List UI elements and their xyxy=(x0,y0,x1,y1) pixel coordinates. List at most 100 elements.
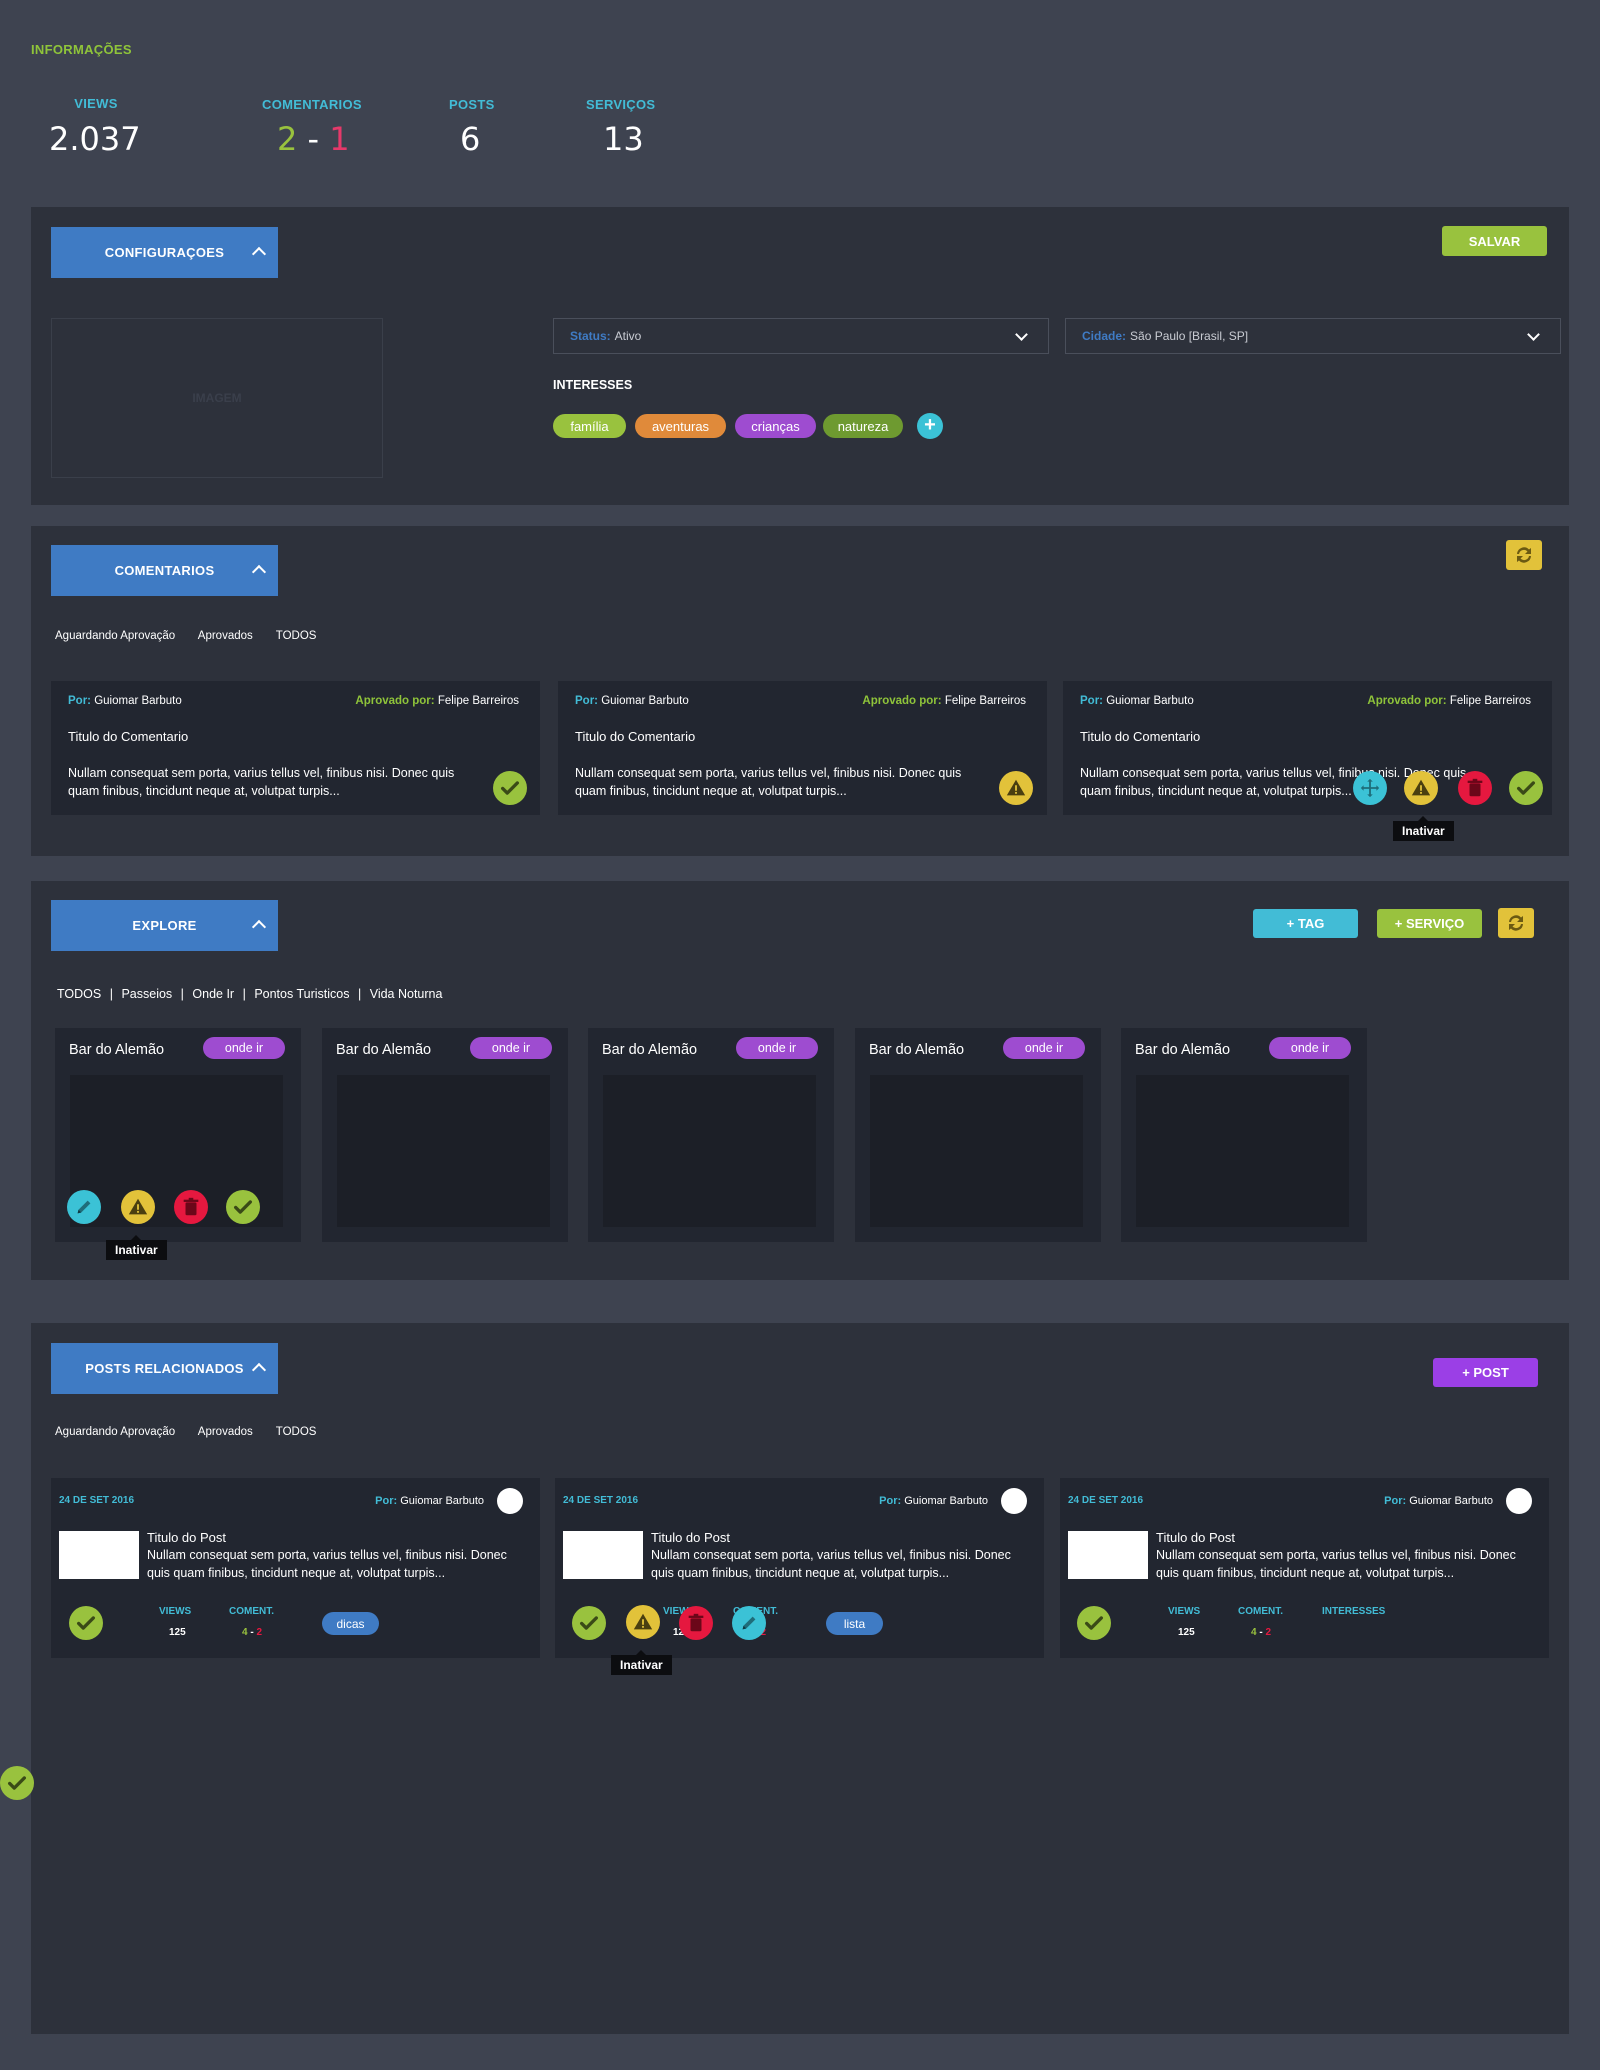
comment-body: Nullam consequat sem porta, varius tellu… xyxy=(68,766,455,798)
interest-tag[interactable]: crianças xyxy=(735,414,816,438)
explore-card-image xyxy=(603,1075,816,1227)
refresh-button[interactable] xyxy=(1498,908,1534,938)
post-card: 24 DE SET 2016 Por: Guiomar Barbuto Titu… xyxy=(1060,1478,1549,1658)
interests-label: INTERESSES xyxy=(1322,1606,1386,1617)
author-label: Por: xyxy=(68,695,91,707)
author-name: Guiomar Barbuto xyxy=(904,1495,988,1507)
explore-card[interactable]: Bar do Alemão onde ir xyxy=(855,1028,1101,1242)
save-button[interactable]: SALVAR xyxy=(1442,226,1547,256)
add-tag-button[interactable]: + TAG xyxy=(1253,909,1358,938)
chevron-up-icon xyxy=(251,919,267,935)
add-post-button[interactable]: + POST xyxy=(1433,1358,1538,1387)
add-service-button[interactable]: + SERVIÇO xyxy=(1377,909,1482,938)
explore-panel: EXPLORE + TAG + SERVIÇO TODOS | Passeios… xyxy=(31,881,1569,1280)
filter-separator: | xyxy=(180,987,184,1001)
stat-services-value: 13 xyxy=(603,120,644,158)
explore-card-tag[interactable]: onde ir xyxy=(736,1037,818,1059)
interest-tag[interactable]: aventuras xyxy=(635,414,726,438)
comment-body: Nullam consequat sem porta, varius tellu… xyxy=(575,766,962,798)
chevron-up-icon xyxy=(251,246,267,262)
filter-todos[interactable]: TODOS xyxy=(57,987,101,1001)
move-button[interactable] xyxy=(1353,771,1387,805)
tab-aprovados[interactable]: Aprovados xyxy=(198,1426,253,1438)
approve-button[interactable] xyxy=(0,1766,34,1800)
status-select[interactable]: Status: Ativo xyxy=(553,318,1049,354)
filter-pontos[interactable]: Pontos Turisticos xyxy=(254,987,349,1001)
post-thumbnail xyxy=(1068,1531,1148,1579)
image-placeholder[interactable]: IMAGEM xyxy=(51,318,383,478)
explore-card[interactable]: Bar do Alemão onde ir xyxy=(588,1028,834,1242)
tab-todos[interactable]: TODOS xyxy=(276,630,317,642)
coment-b: 2 xyxy=(1265,1627,1272,1638)
add-interest-button[interactable]: + xyxy=(917,413,943,439)
interest-tag[interactable]: natureza xyxy=(823,414,903,438)
delete-button[interactable] xyxy=(679,1606,713,1640)
check-icon xyxy=(232,1196,254,1218)
approve-button[interactable] xyxy=(1509,771,1543,805)
approver-name: Felipe Barreiros xyxy=(944,695,1026,707)
comment-title: Titulo do Comentario xyxy=(68,729,189,744)
deactivate-button[interactable] xyxy=(121,1190,155,1224)
coment-a: 4 xyxy=(1251,1627,1257,1638)
delete-button[interactable] xyxy=(174,1190,208,1224)
author-label: Por: xyxy=(375,1495,398,1507)
status-value: Ativo xyxy=(614,329,642,343)
filter-vida-noturna[interactable]: Vida Noturna xyxy=(370,987,443,1001)
edit-button[interactable] xyxy=(67,1190,101,1224)
explore-card-tag[interactable]: onde ir xyxy=(1269,1037,1351,1059)
explore-header[interactable]: EXPLORE xyxy=(51,900,278,951)
views-label: VIEWS xyxy=(159,1606,192,1617)
explore-card[interactable]: Bar do Alemão onde ir Inativar xyxy=(55,1028,301,1260)
config-header[interactable]: CONFIGURAÇOES xyxy=(51,227,278,278)
refresh-button[interactable] xyxy=(1506,540,1542,570)
pencil-icon xyxy=(738,1612,760,1634)
deactivate-button[interactable] xyxy=(999,771,1033,805)
filter-separator: | xyxy=(109,987,113,1001)
approve-button[interactable] xyxy=(226,1190,260,1224)
avatar xyxy=(1506,1488,1532,1514)
tab-todos[interactable]: TODOS xyxy=(276,1426,317,1438)
explore-card-tag[interactable]: onde ir xyxy=(203,1037,285,1059)
filter-onde-ir[interactable]: Onde Ir xyxy=(192,987,234,1001)
explore-card-tag[interactable]: onde ir xyxy=(1003,1037,1085,1059)
deactivate-button[interactable] xyxy=(626,1605,660,1639)
post-tag[interactable]: dicas xyxy=(322,1612,379,1635)
post-thumbnail xyxy=(59,1531,139,1579)
explore-card-title: Bar do Alemão xyxy=(1135,1042,1231,1058)
views-value: 125 xyxy=(169,1627,186,1638)
approve-button[interactable] xyxy=(69,1606,103,1640)
explore-card-title: Bar do Alemão xyxy=(602,1042,698,1058)
comments-header[interactable]: COMENTARIOS xyxy=(51,545,278,596)
tab-aguardando[interactable]: Aguardando Aprovação xyxy=(55,630,175,642)
tab-aguardando[interactable]: Aguardando Aprovação xyxy=(55,1426,175,1438)
interest-tag[interactable]: família xyxy=(553,414,626,438)
approve-button[interactable] xyxy=(1077,1606,1111,1640)
author-label: Por: xyxy=(1080,695,1103,707)
posts-header[interactable]: POSTS RELACIONADOS xyxy=(51,1343,278,1394)
approve-button[interactable] xyxy=(572,1606,606,1640)
explore-card[interactable]: Bar do Alemão onde ir xyxy=(1121,1028,1367,1242)
stat-services-label: SERVIÇOS xyxy=(586,97,656,112)
post-tag[interactable]: lista xyxy=(826,1612,883,1635)
approver-label: Aprovado por: xyxy=(1367,695,1447,707)
trash-icon xyxy=(180,1196,202,1218)
approve-button[interactable] xyxy=(493,771,527,805)
approver-name: Felipe Barreiros xyxy=(1449,695,1531,707)
check-icon xyxy=(1515,777,1537,799)
trash-icon xyxy=(1464,777,1486,799)
delete-button[interactable] xyxy=(1458,771,1492,805)
explore-card[interactable]: Bar do Alemão onde ir xyxy=(322,1028,568,1242)
edit-button[interactable] xyxy=(732,1606,766,1640)
author-name: Guiomar Barbuto xyxy=(94,695,182,707)
tab-aprovados[interactable]: Aprovados xyxy=(198,630,253,642)
check-icon xyxy=(499,777,521,799)
deactivate-button[interactable] xyxy=(1404,771,1438,805)
explore-card-tag[interactable]: onde ir xyxy=(470,1037,552,1059)
city-select[interactable]: Cidade: São Paulo [Brasil, SP] xyxy=(1065,318,1561,354)
comment-author: Por: Guiomar Barbuto xyxy=(1080,695,1194,707)
image-placeholder-label: IMAGEM xyxy=(192,391,242,405)
warning-icon xyxy=(127,1196,149,1218)
post-date: 24 DE SET 2016 xyxy=(1068,1495,1144,1506)
filter-passeios[interactable]: Passeios xyxy=(121,987,172,1001)
post-card: 24 DE SET 2016 Por: Guiomar Barbuto Titu… xyxy=(51,1478,540,1658)
